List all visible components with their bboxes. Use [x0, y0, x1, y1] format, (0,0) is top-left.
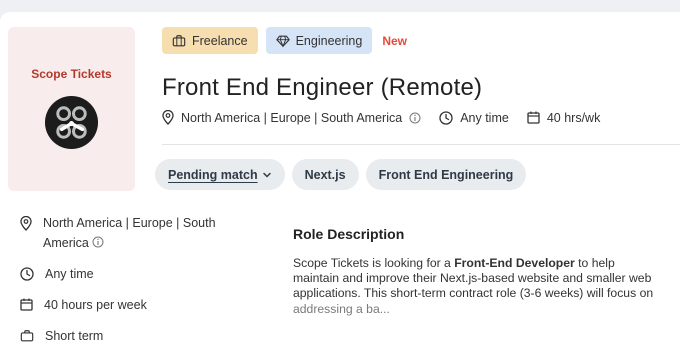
chevron-down-icon	[262, 172, 271, 178]
detail-schedule: Any time	[20, 264, 250, 284]
pending-match-dropdown[interactable]: Pending match	[155, 159, 285, 190]
location-pin-icon	[162, 110, 174, 125]
meta-location: North America | Europe | South America	[162, 110, 421, 125]
briefcase-icon	[20, 330, 34, 342]
detail-location-line2: America	[43, 236, 89, 250]
role-description-heading: Role Description	[293, 226, 405, 242]
detail-duration-text: Short term	[45, 329, 104, 343]
calendar-icon	[20, 298, 33, 311]
freelance-label: Freelance	[192, 33, 248, 48]
clock-icon	[20, 267, 34, 281]
clock-icon	[439, 110, 453, 125]
detail-location-text: North America | Europe | South America	[43, 213, 216, 253]
diamond-icon	[275, 35, 290, 48]
meta-location-text: North America | Europe | South America	[181, 110, 403, 125]
meta-hours: 40 hrs/wk	[527, 110, 601, 125]
location-pin-icon	[20, 216, 32, 231]
detail-location-line1: North America | Europe | South	[43, 216, 216, 230]
detail-location: North America | Europe | South America	[20, 213, 250, 253]
role-description-text: Scope Tickets is looking for a Front-End…	[293, 256, 663, 317]
tag-pills: Pending match Next.js Front End Engineer…	[155, 159, 527, 190]
info-icon[interactable]	[92, 233, 104, 248]
meta-schedule-text: Any time	[460, 110, 509, 125]
engineering-badge[interactable]: Engineering	[265, 27, 373, 54]
role-desc-part1: Scope Tickets is looking for a	[293, 256, 455, 270]
detail-hours: 40 hours per week	[20, 295, 250, 315]
job-badges: Freelance Engineering New	[162, 27, 407, 54]
meta-hours-text: 40 hrs/wk	[546, 110, 601, 125]
detail-schedule-text: Any time	[45, 267, 94, 281]
skill-pill-nextjs[interactable]: Next.js	[291, 159, 359, 190]
detail-location-line2-row: America	[43, 233, 216, 253]
job-meta: North America | Europe | South America A…	[162, 110, 618, 125]
detail-duration: Short term	[20, 326, 250, 346]
company-logo-panel[interactable]: Scope Tickets	[8, 27, 135, 191]
new-tag: New	[382, 33, 407, 48]
role-desc-fade: addressing a ba...	[293, 301, 390, 316]
company-logo	[44, 95, 99, 150]
divider	[162, 144, 680, 145]
role-desc-bold: Front-End Developer	[454, 256, 575, 270]
company-name: Scope Tickets	[31, 67, 112, 81]
info-icon[interactable]	[409, 112, 421, 124]
pending-match-label: Pending match	[168, 167, 258, 182]
calendar-icon	[527, 111, 540, 124]
detail-hours-text: 40 hours per week	[44, 298, 147, 312]
meta-schedule: Any time	[439, 111, 509, 125]
job-title: Front End Engineer (Remote)	[162, 74, 483, 101]
freelance-badge[interactable]: Freelance	[162, 27, 258, 54]
engineering-label: Engineering	[295, 33, 363, 48]
briefcase-icon	[172, 34, 186, 46]
skill-pill-front-end[interactable]: Front End Engineering	[365, 159, 527, 190]
